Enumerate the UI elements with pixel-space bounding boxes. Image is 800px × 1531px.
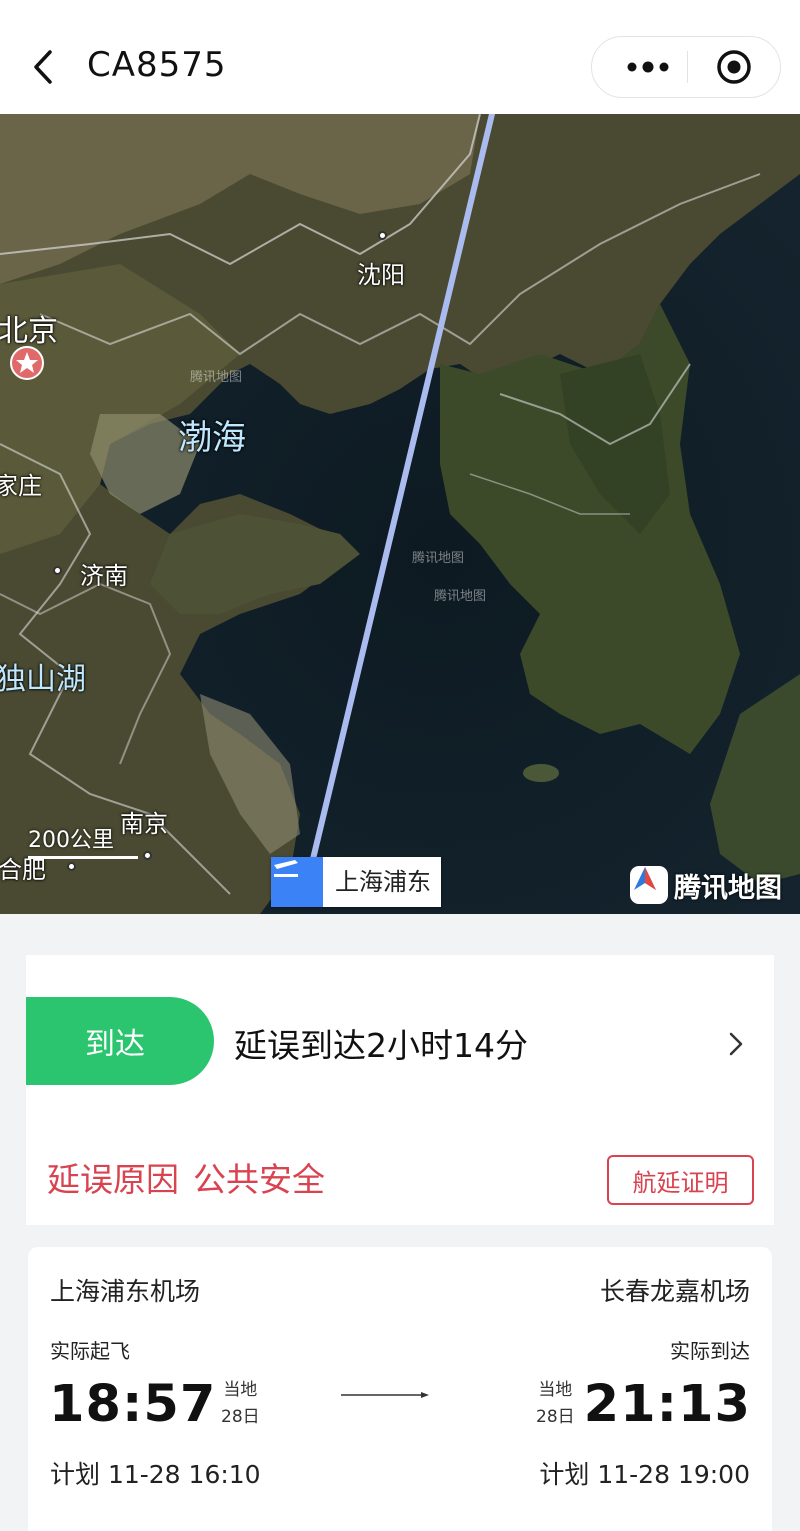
- status-card: 到达 延误到达2小时14分 延误原因 公共安全 航延证明: [26, 955, 774, 1225]
- capital-star-icon: [10, 346, 44, 380]
- departure-time: 18:57: [49, 1375, 217, 1434]
- more-button[interactable]: [608, 37, 688, 97]
- map-provider-name: 腾讯地图: [674, 872, 782, 904]
- back-button[interactable]: [26, 44, 66, 90]
- map-label-shenyang: 沈阳: [357, 261, 405, 289]
- map-watermark: 腾讯地图: [434, 589, 487, 604]
- map-label-nanjing: 南京: [120, 810, 168, 838]
- delay-reason-label: 延误原因: [47, 1160, 179, 1199]
- nav-bar: CA8575: [0, 0, 800, 114]
- city-dot: [378, 231, 387, 240]
- map-watermark: 腾讯地图: [412, 551, 465, 566]
- map-label-shijiazhuang: 家庄: [0, 472, 42, 500]
- actual-arrival-label: 实际到达: [670, 1339, 750, 1363]
- planned-departure: 计划 11-28 16:10: [50, 1460, 261, 1489]
- takeoff-icon: [271, 857, 323, 907]
- chevron-right-icon[interactable]: [726, 1029, 746, 1059]
- map-label-jinan: 济南: [80, 562, 128, 590]
- close-miniprogram-button[interactable]: [688, 37, 780, 97]
- map-provider-logo: 腾讯地图: [630, 864, 782, 906]
- mini-program-capsule: [591, 36, 781, 98]
- delay-reason-value: 公共安全: [193, 1160, 325, 1199]
- actual-departure-label: 实际起飞: [50, 1339, 130, 1363]
- delay-reason: 延误原因 公共安全: [47, 1153, 325, 1201]
- origin-airport: 上海浦东机场: [50, 1277, 201, 1306]
- local-label: 当地: [223, 1380, 258, 1400]
- map-label-beijing: 北京: [0, 314, 58, 349]
- local-date: 28日: [221, 1407, 260, 1427]
- page-title: CA8575: [87, 45, 227, 85]
- map-scale-bar: [28, 856, 138, 859]
- flight-times-card: 上海浦东机场 长春龙嘉机场 实际起飞 实际到达 18:57 当地 28日 当地 …: [28, 1247, 772, 1531]
- city-dot: [53, 566, 62, 575]
- arrival-local-date: 当地 28日: [536, 1377, 575, 1431]
- local-label: 当地: [538, 1380, 573, 1400]
- map-scale-label: 200公里: [28, 828, 114, 853]
- local-date: 28日: [536, 1407, 575, 1427]
- more-dots-icon: [627, 61, 669, 73]
- delay-certificate-button[interactable]: 航延证明: [607, 1155, 754, 1205]
- city-dot: [67, 862, 76, 871]
- record-target-icon: [717, 50, 751, 84]
- destination-airport: 长春龙嘉机场: [599, 1277, 750, 1306]
- tencent-map-logo-icon: [630, 866, 668, 904]
- departure-airport-marker[interactable]: 上海浦东: [271, 857, 441, 907]
- status-badge: 到达: [26, 997, 214, 1085]
- map-label-bohai: 渤海: [178, 418, 246, 458]
- planned-arrival: 计划 11-28 19:00: [539, 1460, 750, 1489]
- delay-status-text[interactable]: 延误到达2小时14分: [234, 1019, 528, 1067]
- city-dot: [143, 851, 152, 860]
- arrow-right-icon: [341, 1392, 429, 1398]
- arrival-time: 21:13: [583, 1375, 751, 1434]
- departure-local-date: 当地 28日: [221, 1377, 260, 1431]
- map-label-dushanhu: 独山湖: [0, 662, 86, 697]
- flight-map[interactable]: 沈阳 北京 渤海 家庄 济南 独山湖 南京 合肥 腾讯地图 腾讯地图 腾讯地图 …: [0, 114, 800, 914]
- map-background: [0, 114, 800, 914]
- map-watermark: 腾讯地图: [190, 370, 243, 385]
- departure-airport-label: 上海浦东: [335, 868, 431, 896]
- chevron-left-icon: [34, 50, 52, 84]
